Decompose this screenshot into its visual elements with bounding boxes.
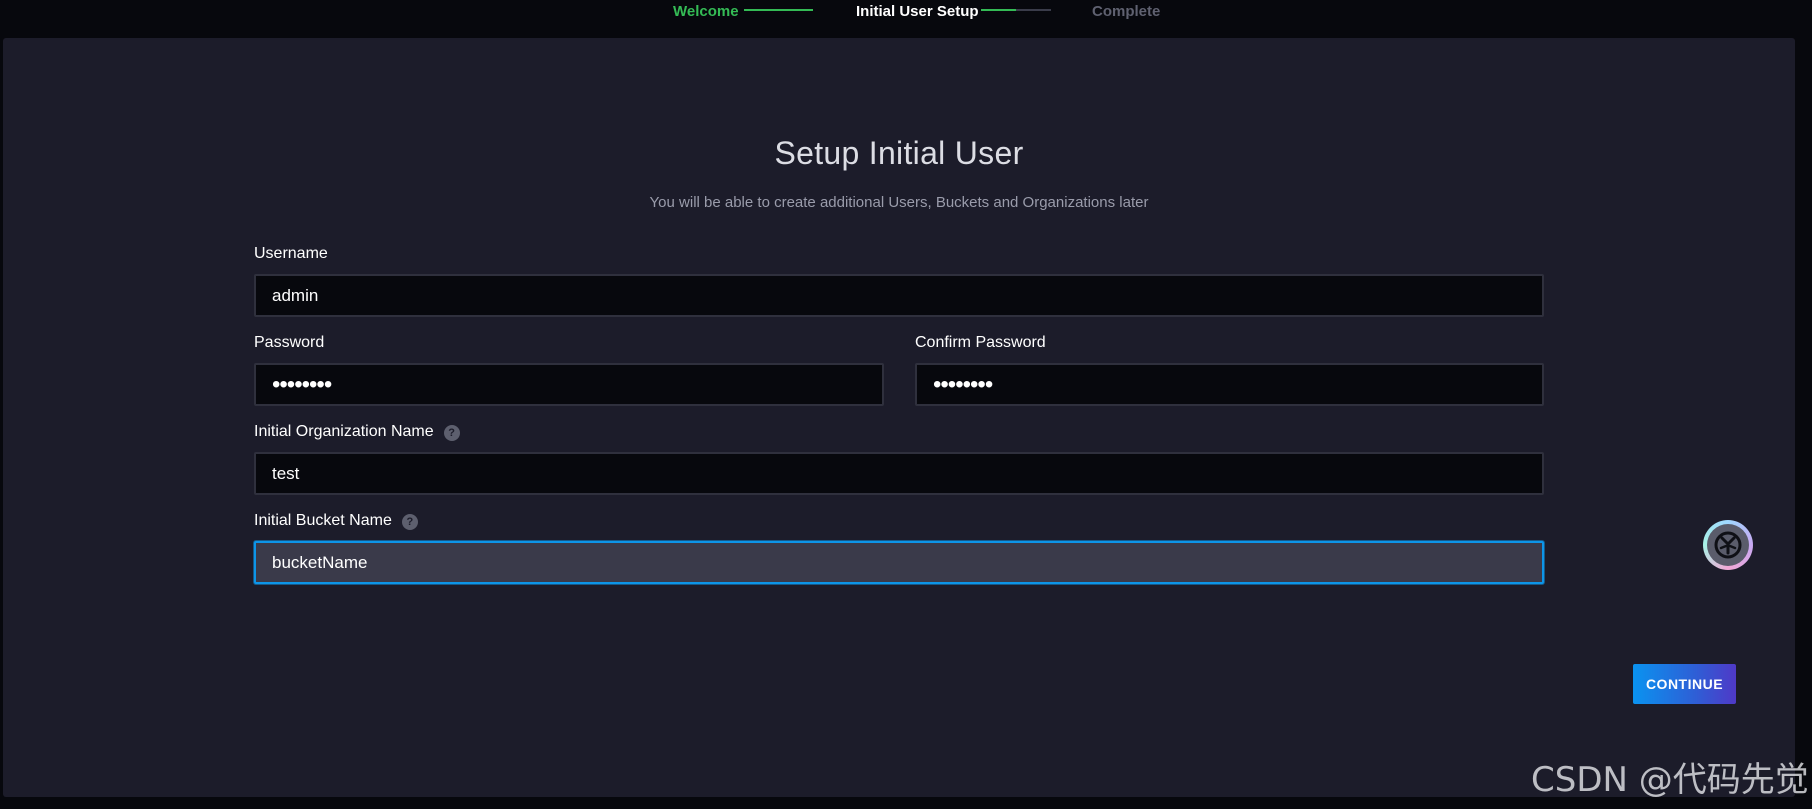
step-welcome: Welcome	[673, 3, 739, 20]
continue-button[interactable]: CONTINUE	[1633, 664, 1736, 704]
confirm-password-label-text: Confirm Password	[915, 334, 1046, 351]
question-circle-icon[interactable]: ?	[401, 514, 418, 530]
org-name-input[interactable]	[254, 452, 1544, 495]
step-connector-welcome	[744, 9, 813, 11]
setup-stepper: Welcome Initial User Setup Complete	[0, 0, 1812, 38]
csdn-watermark: CSDN @代码先觉	[1531, 760, 1809, 800]
confirm-password-label: Confirm Password	[915, 334, 1046, 352]
confirm-password-input[interactable]	[915, 363, 1544, 406]
assistant-button[interactable]	[1703, 520, 1753, 570]
assistant-logo-icon	[1707, 524, 1749, 566]
bucket-name-input[interactable]	[254, 541, 1544, 584]
step-initial-user-setup: Initial User Setup	[856, 3, 979, 20]
username-input[interactable]	[254, 274, 1544, 317]
password-input[interactable]	[254, 363, 884, 406]
page-title: Setup Initial User	[774, 135, 1024, 171]
setup-panel: Setup Initial User You will be able to c…	[3, 38, 1795, 797]
bucket-name-label-text: Initial Bucket Name	[254, 512, 392, 529]
org-name-label: Initial Organization Name ?	[254, 423, 460, 441]
step-complete: Complete	[1092, 3, 1161, 20]
username-label: Username	[254, 245, 328, 263]
username-label-text: Username	[254, 245, 328, 262]
password-label: Password	[254, 334, 324, 352]
org-name-label-text: Initial Organization Name	[254, 423, 434, 440]
page-subtitle: You will be able to create additional Us…	[649, 194, 1149, 211]
bucket-name-label: Initial Bucket Name ?	[254, 512, 418, 530]
password-label-text: Password	[254, 334, 325, 351]
step-connector-setup	[981, 9, 1051, 11]
question-circle-icon[interactable]: ?	[443, 425, 460, 441]
